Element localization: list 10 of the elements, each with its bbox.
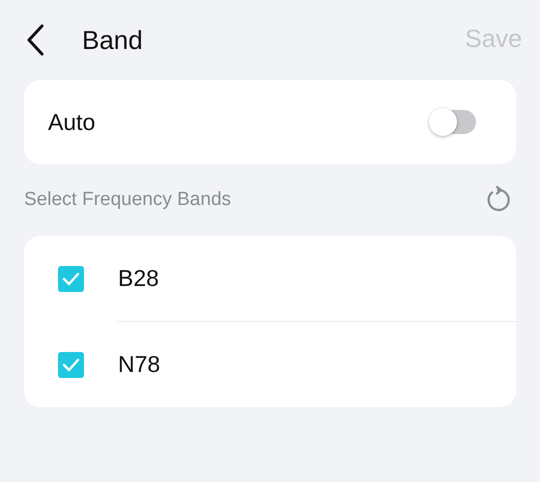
section-title: Select Frequency Bands xyxy=(24,188,232,212)
auto-toggle[interactable] xyxy=(430,110,476,134)
checkbox[interactable] xyxy=(58,352,84,378)
checkbox[interactable] xyxy=(58,266,84,292)
page-title: Band xyxy=(82,24,143,56)
checkmark-icon xyxy=(62,358,80,371)
auto-label: Auto xyxy=(48,108,96,137)
checkmark-icon xyxy=(62,272,80,285)
band-label: N78 xyxy=(118,350,160,380)
band-label: B28 xyxy=(118,264,159,294)
